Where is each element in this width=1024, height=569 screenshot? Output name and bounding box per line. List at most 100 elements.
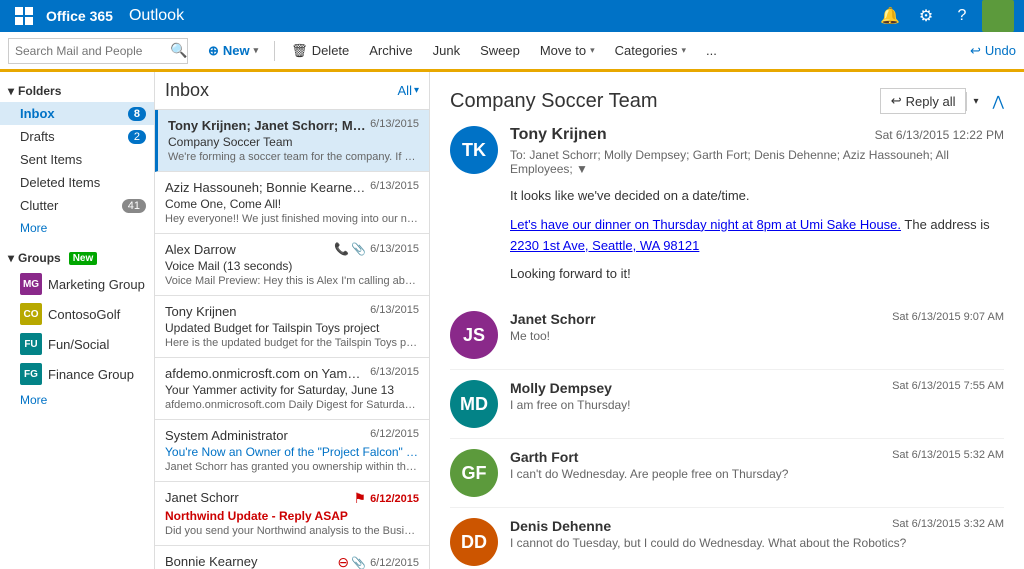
conv-header: Janet Schorr Sat 6/13/2015 9:07 AM xyxy=(510,311,1004,327)
conversation-item[interactable]: GF Garth Fort Sat 6/13/2015 5:32 AM I ca… xyxy=(450,439,1004,508)
sidebar-item-sent[interactable]: Sent Items xyxy=(0,148,154,171)
top-email-item: TK Tony Krijnen Sat 6/13/2015 12:22 PM T… xyxy=(450,126,1004,285)
inbox-label: Inbox xyxy=(20,106,128,121)
email-list-item[interactable]: Tony Krijnen 6/13/2015 Updated Budget fo… xyxy=(155,296,429,358)
clutter-badge: 41 xyxy=(122,199,146,213)
settings-icon[interactable]: ⚙ xyxy=(910,0,942,32)
email-meta-right: 6/13/2015 xyxy=(370,118,419,130)
conv-sender: Molly Dempsey xyxy=(510,380,612,396)
email-item-top: afdemo.onmicrosft.com on Yammer 6/13/201… xyxy=(165,366,419,381)
notifications-icon[interactable]: 🔔 xyxy=(874,0,906,32)
delete-button[interactable]: 🗑 Delete xyxy=(283,37,357,65)
finance-label: Finance Group xyxy=(48,367,146,382)
drafts-label: Drafts xyxy=(20,129,128,144)
help-icon[interactable]: ? xyxy=(946,0,978,32)
conv-body: Molly Dempsey Sat 6/13/2015 7:55 AM I am… xyxy=(510,380,1004,428)
groups-section[interactable]: ▾ Groups New xyxy=(0,247,154,269)
reply-dropdown-button[interactable]: ▾ xyxy=(966,92,984,111)
folders-more-link[interactable]: More xyxy=(0,217,154,239)
all-filter-button[interactable]: All ▾ xyxy=(398,83,419,98)
new-button[interactable]: ⊕ New ▾ xyxy=(200,37,266,65)
email-sender: Bonnie Kearney xyxy=(165,554,329,569)
office-logo: Office 365 xyxy=(46,8,113,24)
email-items-container: Tony Krijnen; Janet Schorr; Molly D... 6… xyxy=(155,110,429,569)
app-name: Outlook xyxy=(129,7,874,25)
email-date: 6/13/2015 xyxy=(370,304,419,316)
email-subject: Your Yammer activity for Saturday, June … xyxy=(165,383,419,397)
body-line4: Looking forward to it! xyxy=(510,264,1004,285)
sidebar-item-inbox[interactable]: Inbox 8 xyxy=(0,102,154,125)
folders-section[interactable]: ▾ Folders xyxy=(0,80,154,102)
email-sender: afdemo.onmicrosft.com on Yammer xyxy=(165,366,366,381)
collapse-icon[interactable]: ⋀ xyxy=(993,93,1004,110)
body-link2[interactable]: 2230 1st Ave, Seattle, WA 98121 xyxy=(510,238,699,253)
email-preview: afdemo.onmicrosoft.com Daily Digest for … xyxy=(165,399,419,411)
sidebar-item-funsocial[interactable]: FU Fun/Social xyxy=(0,329,154,359)
email-list-item[interactable]: Alex Darrow 📞📎 6/13/2015 Voice Mail (13 … xyxy=(155,234,429,296)
finance-dot: FG xyxy=(20,363,42,385)
email-sender: Tony Krijnen xyxy=(165,304,366,319)
main-layout: ▾ Folders Inbox 8 Drafts 2 Sent Items De… xyxy=(0,72,1024,569)
email-list-item[interactable]: Janet Schorr ⚑ 6/12/2015 Northwind Updat… xyxy=(155,482,429,546)
marketing-label: Marketing Group xyxy=(48,277,146,292)
new-icon: ⊕ xyxy=(208,43,219,59)
attach-icon: 📎 xyxy=(351,242,366,256)
new-dropdown-arrow[interactable]: ▾ xyxy=(254,45,259,56)
email-list-item[interactable]: Bonnie Kearney ⊖📎 6/12/2015 Northwind Ac… xyxy=(155,546,429,569)
sidebar-item-finance[interactable]: FG Finance Group xyxy=(0,359,154,389)
avatar[interactable] xyxy=(982,0,1014,32)
email-sender: Alex Darrow xyxy=(165,242,326,257)
undo-button[interactable]: ↩ Undo xyxy=(970,43,1016,59)
more-toolbar-button[interactable]: ... xyxy=(698,37,725,65)
top-email-to: To: Janet Schorr; Molly Dempsey; Garth F… xyxy=(510,148,1004,176)
search-box[interactable]: 🔍 xyxy=(8,38,188,64)
conv-time: Sat 6/13/2015 5:32 AM xyxy=(892,449,1004,461)
inbox-badge: 8 xyxy=(128,107,146,121)
drafts-badge: 2 xyxy=(128,130,146,144)
email-item-top: Tony Krijnen 6/13/2015 xyxy=(165,304,419,319)
sidebar-item-deleted[interactable]: Deleted Items xyxy=(0,171,154,194)
email-preview: Hey everyone!! We just finished moving i… xyxy=(165,213,419,225)
email-list-item[interactable]: System Administrator 6/12/2015 You're No… xyxy=(155,420,429,482)
email-item-top: Janet Schorr ⚑ 6/12/2015 xyxy=(165,490,419,507)
email-item-top: Tony Krijnen; Janet Schorr; Molly D... 6… xyxy=(168,118,419,133)
conversation-item[interactable]: MD Molly Dempsey Sat 6/13/2015 7:55 AM I… xyxy=(450,370,1004,439)
email-meta-right: 📞📎 6/13/2015 xyxy=(330,242,419,256)
conv-body: Janet Schorr Sat 6/13/2015 9:07 AM Me to… xyxy=(510,311,1004,359)
sidebar-item-clutter[interactable]: Clutter 41 xyxy=(0,194,154,217)
email-meta-right: ⊖📎 6/12/2015 xyxy=(333,554,419,569)
groups-chevron-icon: ▾ xyxy=(8,251,14,265)
search-icon[interactable]: 🔍 xyxy=(170,42,187,59)
conv-time: Sat 6/13/2015 9:07 AM xyxy=(892,311,1004,323)
sidebar-item-marketing[interactable]: MG Marketing Group xyxy=(0,269,154,299)
separator-1 xyxy=(274,41,275,61)
email-list-item[interactable]: Tony Krijnen; Janet Schorr; Molly D... 6… xyxy=(155,110,429,172)
email-subject: You're Now an Owner of the "Project Falc… xyxy=(165,445,419,459)
conversation-item[interactable]: JS Janet Schorr Sat 6/13/2015 9:07 AM Me… xyxy=(450,301,1004,370)
archive-button[interactable]: Archive xyxy=(361,37,420,65)
email-list-item[interactable]: Aziz Hassouneh; Bonnie Kearney; D... 6/1… xyxy=(155,172,429,234)
email-item-top: System Administrator 6/12/2015 xyxy=(165,428,419,443)
conv-avatar: JS xyxy=(450,311,498,359)
junk-button[interactable]: Junk xyxy=(425,37,468,65)
categories-button[interactable]: Categories ▾ xyxy=(607,37,694,65)
email-sender: System Administrator xyxy=(165,428,366,443)
body-link1[interactable]: Let's have our dinner on Thursday night … xyxy=(510,217,901,232)
conv-time: Sat 6/13/2015 7:55 AM xyxy=(892,380,1004,392)
delete-icon: 🗑 xyxy=(291,43,308,59)
app-grid-icon[interactable] xyxy=(10,2,38,30)
email-list-item[interactable]: afdemo.onmicrosft.com on Yammer 6/13/201… xyxy=(155,358,429,420)
move-to-button[interactable]: Move to ▾ xyxy=(532,37,603,65)
conversation-item[interactable]: DD Denis Dehenne Sat 6/13/2015 3:32 AM I… xyxy=(450,508,1004,569)
groups-more-link[interactable]: More xyxy=(0,389,154,411)
conv-avatar: DD xyxy=(450,518,498,566)
email-icons: 📞📎 xyxy=(334,242,366,256)
sweep-button[interactable]: Sweep xyxy=(472,37,528,65)
reply-all-button[interactable]: ↩ Reply all xyxy=(880,88,967,114)
email-subject-header: Company Soccer Team ↩ Reply all ▾ ⋀ xyxy=(450,88,1004,114)
sidebar-item-drafts[interactable]: Drafts 2 xyxy=(0,125,154,148)
sidebar-item-contosogolf[interactable]: CO ContosoGolf xyxy=(0,299,154,329)
reply-all-icon: ↩ xyxy=(891,93,902,109)
phone-icon: 📞 xyxy=(334,242,349,256)
search-input[interactable] xyxy=(15,44,170,58)
